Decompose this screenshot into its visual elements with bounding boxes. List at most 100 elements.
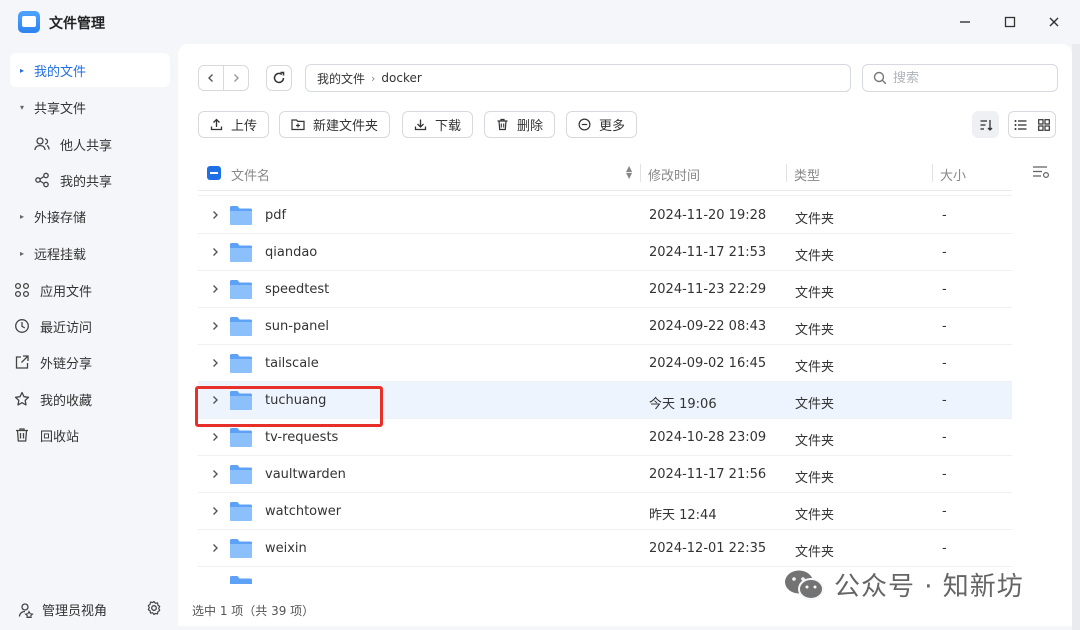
close-button[interactable] bbox=[1041, 10, 1067, 34]
table-row[interactable]: watchtower 昨天 12:44 文件夹 - bbox=[198, 493, 1012, 530]
back-button[interactable] bbox=[198, 65, 224, 91]
file-name: vaultwarden bbox=[265, 467, 346, 482]
file-size: - bbox=[942, 467, 947, 482]
table-row[interactable]: tailscale 2024-09-02 16:45 文件夹 - bbox=[198, 345, 1012, 382]
file-modified: 昨天 12:44 bbox=[649, 508, 717, 523]
right-edge bbox=[1072, 44, 1080, 630]
table-row[interactable]: vaultwarden 2024-11-17 21:56 文件夹 - bbox=[198, 456, 1012, 493]
breadcrumb-current[interactable]: docker bbox=[381, 71, 421, 85]
expand-chevron-icon[interactable] bbox=[210, 283, 220, 298]
sidebar-item-app-files[interactable]: 应用文件 bbox=[10, 273, 170, 307]
delete-button[interactable]: 删除 bbox=[484, 111, 556, 138]
table-row[interactable]: tuchuang 今天 19:06 文件夹 - bbox=[198, 382, 1012, 419]
table-row[interactable]: weixin 2024-12-01 22:35 文件夹 - bbox=[198, 530, 1012, 567]
maximize-button[interactable] bbox=[997, 10, 1023, 34]
folder-icon bbox=[230, 354, 252, 373]
users-icon bbox=[30, 136, 54, 152]
file-list: pdf 2024-11-20 19:28 文件夹 - qiandao 2024-11-17… bbox=[198, 191, 1012, 584]
file-manager-window: 文件管理 ▸ 我的文件 ▾ 共享文件 他人共享 我的共享 ▸ 外接存储 ▸ 远程… bbox=[0, 0, 1080, 630]
expand-chevron-icon[interactable] bbox=[210, 394, 220, 409]
column-modified[interactable]: 修改时间 bbox=[648, 165, 700, 184]
expand-chevron-icon[interactable] bbox=[210, 246, 220, 261]
file-type: 文件夹 bbox=[795, 508, 835, 523]
file-type: 文件夹 bbox=[795, 249, 835, 264]
sort-button[interactable] bbox=[972, 111, 999, 138]
search-box[interactable] bbox=[862, 64, 1058, 92]
expand-chevron-icon[interactable] bbox=[210, 505, 220, 520]
grid-view-icon bbox=[1037, 118, 1050, 131]
maximize-icon bbox=[1004, 16, 1016, 28]
file-type: 文件夹 bbox=[795, 286, 835, 301]
column-name[interactable]: 文件名 bbox=[231, 165, 270, 184]
caret-down-icon: ▾ bbox=[19, 102, 24, 112]
expand-chevron-icon[interactable] bbox=[210, 542, 220, 557]
main-panel: 我的文件 › docker 上传 新建文件夹 下载 bbox=[178, 44, 1072, 626]
expand-chevron-icon[interactable] bbox=[210, 357, 220, 372]
sidebar-item-my-shares[interactable]: 我的共享 bbox=[30, 163, 170, 197]
file-name: qiandao bbox=[265, 245, 318, 260]
table-row[interactable]: speedtest 2024-11-23 22:29 文件夹 - bbox=[198, 271, 1012, 308]
breadcrumb-root[interactable]: 我的文件 bbox=[317, 70, 365, 87]
refresh-icon bbox=[273, 71, 285, 84]
apps-icon bbox=[10, 282, 34, 298]
download-button[interactable]: 下载 bbox=[402, 111, 474, 138]
breadcrumb-separator: › bbox=[371, 71, 376, 85]
sidebar: ▸ 我的文件 ▾ 共享文件 他人共享 我的共享 ▸ 外接存储 ▸ 远程挂载 应用… bbox=[0, 44, 178, 630]
refresh-button[interactable] bbox=[266, 65, 292, 91]
grid-view-button[interactable] bbox=[1032, 112, 1055, 137]
caret-right-icon: ▸ bbox=[19, 211, 24, 221]
file-name: watchtower bbox=[265, 504, 342, 519]
column-type[interactable]: 类型 bbox=[794, 165, 820, 184]
sidebar-item-shared-files[interactable]: ▾ 共享文件 bbox=[10, 90, 170, 124]
sidebar-item-my-files[interactable]: ▸ 我的文件 bbox=[10, 53, 170, 87]
sidebar-item-favorites[interactable]: 我的收藏 bbox=[10, 382, 170, 416]
sidebar-item-label: 我的文件 bbox=[34, 64, 87, 80]
sidebar-item-recycle-bin[interactable]: 回收站 bbox=[10, 418, 170, 452]
file-type: 文件夹 bbox=[795, 471, 835, 486]
status-text: 选中 1 项（共 39 项） bbox=[192, 604, 315, 618]
sidebar-item-link-share[interactable]: 外链分享 bbox=[10, 345, 170, 379]
table-row[interactable]: qiandao 2024-11-17 21:53 文件夹 - bbox=[198, 234, 1012, 271]
sidebar-item-shared-with-me[interactable]: 他人共享 bbox=[30, 127, 170, 161]
download-label: 下载 bbox=[435, 119, 462, 134]
folder-icon bbox=[230, 576, 252, 584]
new-folder-button[interactable]: 新建文件夹 bbox=[279, 111, 391, 138]
column-size[interactable]: 大小 bbox=[940, 165, 966, 184]
app-title: 文件管理 bbox=[49, 16, 105, 32]
forward-button[interactable] bbox=[223, 65, 249, 91]
sidebar-item-recent[interactable]: 最近访问 bbox=[10, 309, 170, 343]
folder-icon bbox=[230, 502, 252, 521]
sidebar-item-label: 应用文件 bbox=[40, 284, 93, 300]
upload-icon bbox=[210, 118, 223, 131]
admin-view-label: 管理员视角 bbox=[42, 604, 108, 619]
expand-chevron-icon[interactable] bbox=[210, 431, 220, 446]
file-size: - bbox=[942, 393, 947, 408]
table-row[interactable]: pdf 2024-11-20 19:28 文件夹 - bbox=[198, 197, 1012, 234]
sidebar-item-label: 回收站 bbox=[40, 429, 80, 445]
more-label: 更多 bbox=[599, 119, 626, 134]
sidebar-item-external-storage[interactable]: ▸ 外接存储 bbox=[10, 199, 170, 233]
select-all-checkbox[interactable] bbox=[207, 166, 221, 180]
expand-chevron-icon[interactable] bbox=[210, 468, 220, 483]
new-folder-label: 新建文件夹 bbox=[313, 119, 379, 134]
list-view-button[interactable] bbox=[1009, 112, 1032, 137]
list-view-icon bbox=[1014, 119, 1027, 130]
admin-view-button[interactable]: 管理员视角 bbox=[18, 600, 107, 619]
column-settings-button[interactable] bbox=[1032, 165, 1050, 183]
gear-icon[interactable] bbox=[146, 600, 162, 620]
more-button[interactable]: 更多 bbox=[566, 111, 638, 138]
admin-icon bbox=[18, 602, 34, 618]
column-divider bbox=[640, 164, 641, 182]
search-input[interactable] bbox=[893, 70, 1043, 86]
table-row[interactable]: tv-requests 2024-10-28 23:09 文件夹 - bbox=[198, 419, 1012, 456]
minimize-button[interactable] bbox=[952, 10, 978, 34]
expand-chevron-icon[interactable] bbox=[210, 320, 220, 335]
expand-chevron-icon[interactable] bbox=[210, 209, 220, 224]
table-row[interactable]: sun-panel 2024-09-22 08:43 文件夹 - bbox=[198, 308, 1012, 345]
file-type: 文件夹 bbox=[795, 212, 835, 227]
upload-button[interactable]: 上传 bbox=[198, 111, 270, 138]
sidebar-item-remote-mount[interactable]: ▸ 远程挂载 bbox=[10, 236, 170, 270]
column-settings-icon bbox=[1033, 166, 1050, 179]
breadcrumb[interactable]: 我的文件 › docker bbox=[305, 64, 851, 92]
sort-caret-icon[interactable]: ▲ ▼ bbox=[626, 165, 632, 180]
